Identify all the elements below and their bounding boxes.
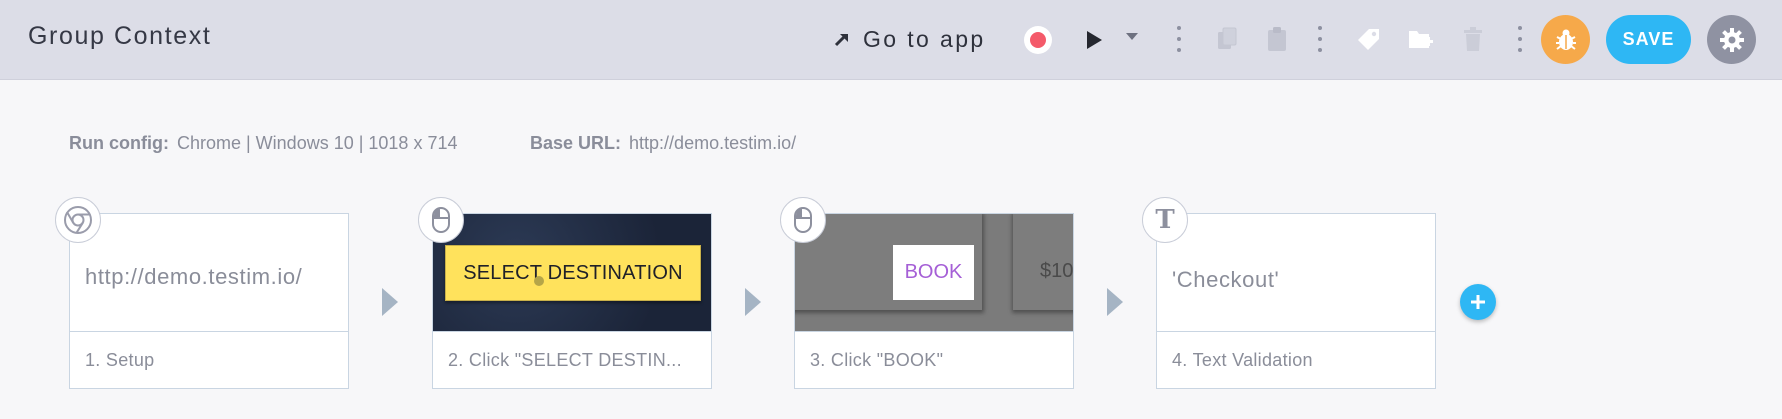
base-url-label: Base URL: (530, 133, 622, 153)
go-to-app-label: Go to app (863, 25, 986, 52)
gear-icon (1719, 27, 1744, 52)
run-config: Run config: Chrome | Windows 10 | 1018 x … (69, 133, 457, 154)
step-thumbnail: http://demo.testim.io/ (70, 214, 348, 332)
step-thumbnail: SELECT DESTINATION (433, 214, 711, 332)
mouse-icon (794, 207, 812, 233)
step-arrow-3 (1107, 288, 1123, 316)
go-to-app-button[interactable]: Go to app (833, 22, 986, 56)
step-thumbnail: BOOK $10 (795, 214, 1073, 332)
step-caption: 1. Setup (85, 350, 155, 370)
copy-button[interactable] (1214, 24, 1240, 54)
toolbar-divider-menu-2[interactable] (1317, 26, 1323, 52)
settings-button[interactable] (1707, 15, 1756, 64)
base-url-value: http://demo.testim.io/ (629, 133, 797, 153)
chrome-icon (64, 206, 92, 234)
plus-icon (1471, 295, 1485, 309)
record-icon (1030, 32, 1046, 48)
report-bug-button[interactable] (1541, 15, 1590, 64)
step-caption: 2. Click "SELECT DESTIN... (448, 350, 682, 370)
top-toolbar: Group Context Go to app SAVE (0, 0, 1782, 80)
select-destination-preview-label: SELECT DESTINATION (463, 261, 683, 284)
run-config-value: Chrome | Windows 10 | 1018 x 714 (176, 133, 458, 153)
add-step-button[interactable] (1460, 284, 1496, 320)
arrow-up-right-icon (834, 33, 848, 47)
tag-button[interactable] (1355, 24, 1383, 54)
step-badge-click-1 (418, 197, 464, 243)
copy-icon (1218, 27, 1237, 49)
click-point-marker (534, 276, 544, 286)
trash-icon (1464, 27, 1482, 51)
mouse-icon (432, 207, 450, 233)
caret-down-icon (1126, 33, 1138, 40)
play-options-dropdown[interactable] (1124, 30, 1140, 44)
step-badge-click-2 (780, 197, 826, 243)
paste-button[interactable] (1264, 24, 1290, 54)
run-config-label: Run config: (69, 133, 169, 153)
select-destination-preview-button: SELECT DESTINATION (445, 245, 701, 301)
step-arrow-2 (745, 288, 761, 316)
step-card-click-book[interactable]: BOOK $10 3. Click "BOOK" (794, 213, 1074, 389)
step-badge-text-validation: T (1142, 197, 1188, 243)
bug-icon (1555, 29, 1576, 50)
delete-button[interactable] (1460, 24, 1486, 54)
save-button[interactable]: SAVE (1606, 15, 1691, 64)
play-icon (1087, 31, 1102, 49)
step-caption: 4. Text Validation (1172, 350, 1313, 370)
step-card-text-validation[interactable]: 'Checkout' 4. Text Validation (1156, 213, 1436, 389)
step-card-click-select-destination[interactable]: SELECT DESTINATION 2. Click "SELECT DEST… (432, 213, 712, 389)
price-preview-label: $10 (1040, 260, 1073, 282)
page-title: Group Context (28, 22, 212, 50)
add-to-folder-button[interactable] (1406, 24, 1436, 54)
book-preview-button: BOOK (893, 245, 974, 300)
folder-add-icon (1409, 31, 1433, 48)
text-icon: T (1155, 205, 1175, 235)
play-button[interactable] (1082, 27, 1106, 53)
validation-text-preview: 'Checkout' (1172, 267, 1280, 292)
toolbar-divider-menu-1[interactable] (1176, 26, 1182, 52)
tag-icon (1358, 29, 1379, 50)
step-caption: 3. Click "BOOK" (810, 350, 944, 370)
paste-icon (1268, 27, 1286, 51)
toolbar-divider-menu-3[interactable] (1517, 26, 1523, 52)
step-thumbnail: 'Checkout' (1157, 214, 1435, 332)
record-button[interactable] (1024, 26, 1052, 54)
step-badge-setup (55, 197, 101, 243)
base-url: Base URL: http://demo.testim.io/ (530, 133, 796, 154)
step-card-setup[interactable]: http://demo.testim.io/ 1. Setup (69, 213, 349, 389)
book-preview-label: BOOK (904, 261, 963, 283)
step-arrow-1 (382, 288, 398, 316)
step-url-text: http://demo.testim.io/ (85, 264, 303, 289)
